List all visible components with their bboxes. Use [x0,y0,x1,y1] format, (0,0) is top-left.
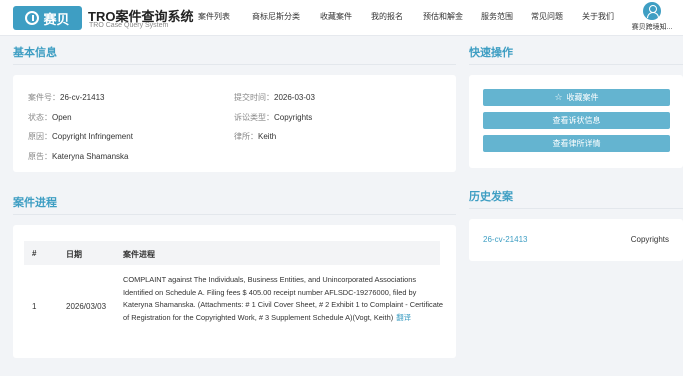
brand-subtitle: TRO Case Query System [89,22,169,29]
progress-table-header: # 日期 案件进程 [24,241,440,265]
lawsuit-type-label: 诉讼类型： [234,113,274,122]
cause-field: 原因：Copyright Infringement [28,131,133,142]
lawyer-label: 律所： [234,132,258,141]
logo-text: 赛贝 [43,11,70,27]
plaintiff-value: Kateryna Shamanska [52,152,129,161]
nav-nice-class[interactable]: 商标尼斯分类 [252,11,320,22]
lawsuit-type-value: Copyrights [274,113,313,122]
cause-label: 原因： [28,132,52,141]
top-header: 赛贝 TRO案件查询系统 TRO Case Query System 案件列表 … [0,0,683,36]
row-date: 2026/03/03 [66,302,107,311]
user-name: 赛贝跨境知... [631,24,673,31]
divider [13,214,456,215]
history-title: 历史发案 [469,191,513,203]
main-nav: 案件列表 商标尼斯分类 收藏案件 我的报名 预估和解金 服务范围 常见问题 关于… [198,11,622,22]
user-menu[interactable]: 赛贝跨境知... [625,2,679,32]
divider [13,64,456,65]
nav-settlement-estimate[interactable]: 预估和解金 [423,11,481,22]
case-progress-title: 案件进程 [13,197,57,209]
history-case-link[interactable]: 26-cv-21413 [483,235,527,244]
row-index: 1 [32,302,37,311]
col-date: 日期 [66,250,82,259]
logo-mark-icon [25,11,40,25]
lawsuit-type-field: 诉讼类型：Copyrights [234,112,312,123]
col-index: # [32,249,37,258]
plaintiff-field: 原告：Kateryna Shamanska [28,151,129,162]
case-number-value: 26-cv-21413 [60,93,105,102]
status-value: Open [52,113,72,122]
translate-link[interactable]: 翻译 [396,313,411,322]
lawyer-field: 律所：Keith [234,131,276,142]
divider [469,64,683,65]
favorite-case-button[interactable]: ☆ 收藏案件 [483,89,670,106]
submit-time-label: 提交时间： [234,93,274,102]
favorite-case-label: 收藏案件 [566,93,599,102]
col-progress: 案件进程 [123,250,155,259]
user-avatar-icon[interactable] [643,2,661,20]
view-lawfirm-button[interactable]: 查看律所详情 [483,135,670,152]
basic-info-title: 基本信息 [13,47,57,59]
lawyer-value: Keith [258,132,277,141]
nav-services[interactable]: 服务范围 [481,11,531,22]
logo[interactable]: 赛贝 [13,6,82,30]
history-case-type: Copyrights [630,235,669,244]
nav-my-signup[interactable]: 我的报名 [371,11,423,22]
quick-actions-title: 快速操作 [469,47,513,59]
star-icon: ☆ [554,92,563,102]
nav-faq[interactable]: 常见问题 [531,11,582,22]
submit-time-value: 2026-03-03 [274,93,315,102]
status-label: 状态： [28,113,52,122]
submit-time-field: 提交时间：2026-03-03 [234,92,315,103]
plaintiff-label: 原告： [28,152,52,161]
case-number-field: 案件号：26-cv-21413 [28,92,104,103]
nav-favorites[interactable]: 收藏案件 [320,11,371,22]
nav-case-list[interactable]: 案件列表 [198,11,252,22]
divider [469,208,683,209]
status-field: 状态：Open [28,112,72,123]
progress-description: COMPLAINT against The Individuals, Busin… [123,275,443,322]
cause-value: Copyright Infringement [52,132,133,141]
row-progress-text: COMPLAINT against The Individuals, Busin… [123,274,443,324]
nav-about[interactable]: 关于我们 [582,11,622,22]
case-number-label: 案件号： [28,93,60,102]
view-complaint-button[interactable]: 查看诉状信息 [483,112,670,129]
